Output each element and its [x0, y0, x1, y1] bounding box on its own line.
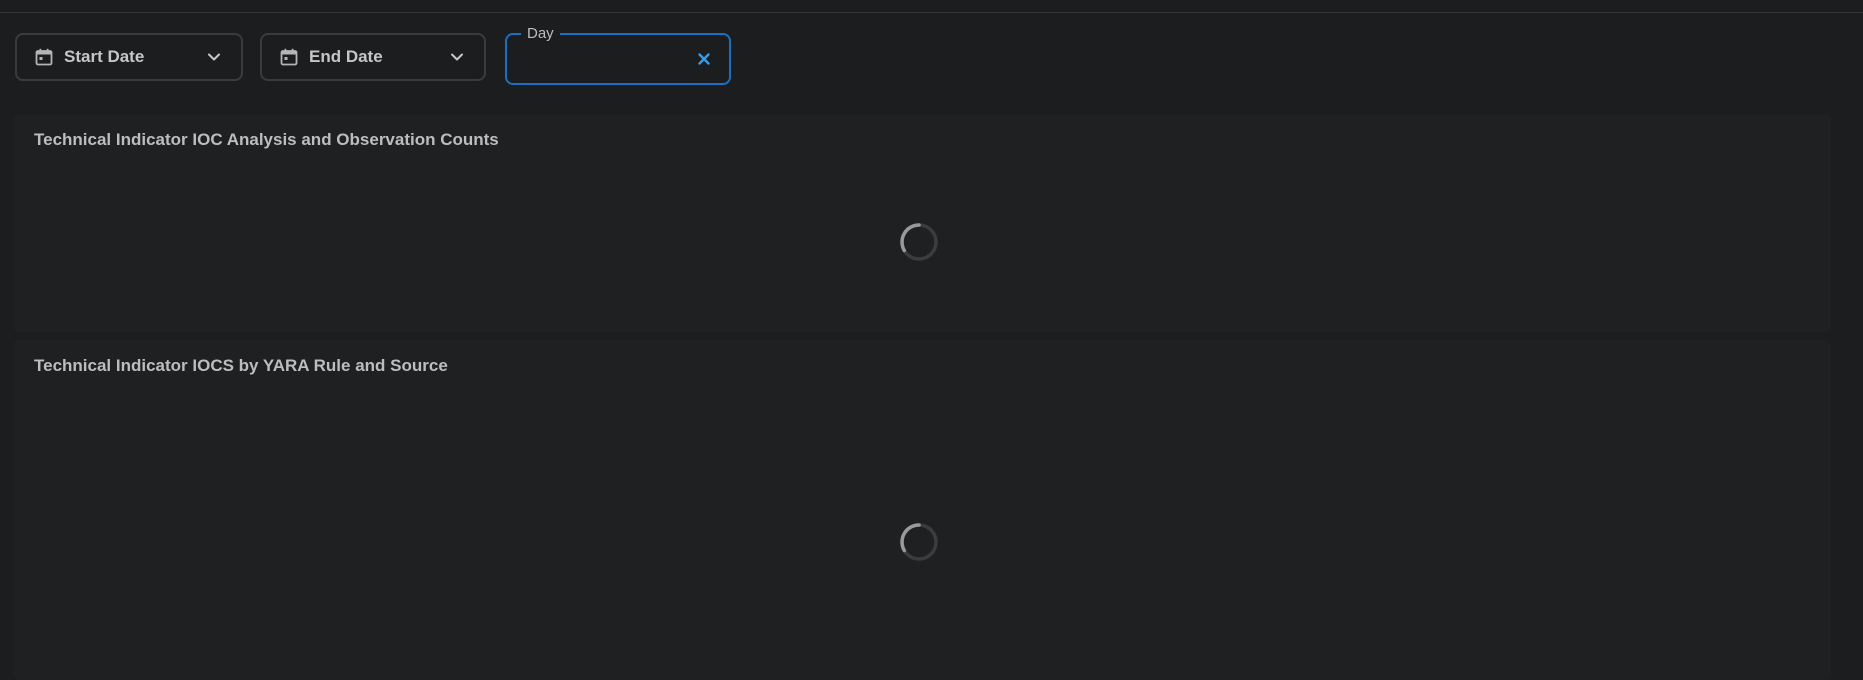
day-input[interactable] — [521, 47, 685, 73]
end-date-label: End Date — [309, 47, 383, 66]
ioc-analysis-panel: Technical Indicator IOC Analysis and Obs… — [13, 114, 1831, 332]
panel-title: Technical Indicator IOCS by YARA Rule an… — [34, 356, 448, 375]
day-field-legend: Day — [521, 24, 560, 44]
day-field: Day — [505, 24, 731, 85]
loading-spinner-icon — [899, 222, 939, 262]
panel-title: Technical Indicator IOC Analysis and Obs… — [34, 130, 499, 149]
chevron-down-icon — [205, 48, 223, 66]
loading-spinner-icon — [899, 522, 939, 562]
iocs-by-yara-panel: Technical Indicator IOCS by YARA Rule an… — [13, 340, 1831, 680]
end-date-select[interactable]: End Date — [260, 33, 486, 81]
close-icon[interactable] — [695, 50, 713, 68]
start-date-label: Start Date — [64, 47, 145, 66]
top-divider — [0, 12, 1863, 13]
calendar-icon — [34, 47, 54, 67]
start-date-select[interactable]: Start Date — [15, 33, 243, 81]
calendar-icon — [279, 47, 299, 67]
chevron-down-icon — [448, 48, 466, 66]
